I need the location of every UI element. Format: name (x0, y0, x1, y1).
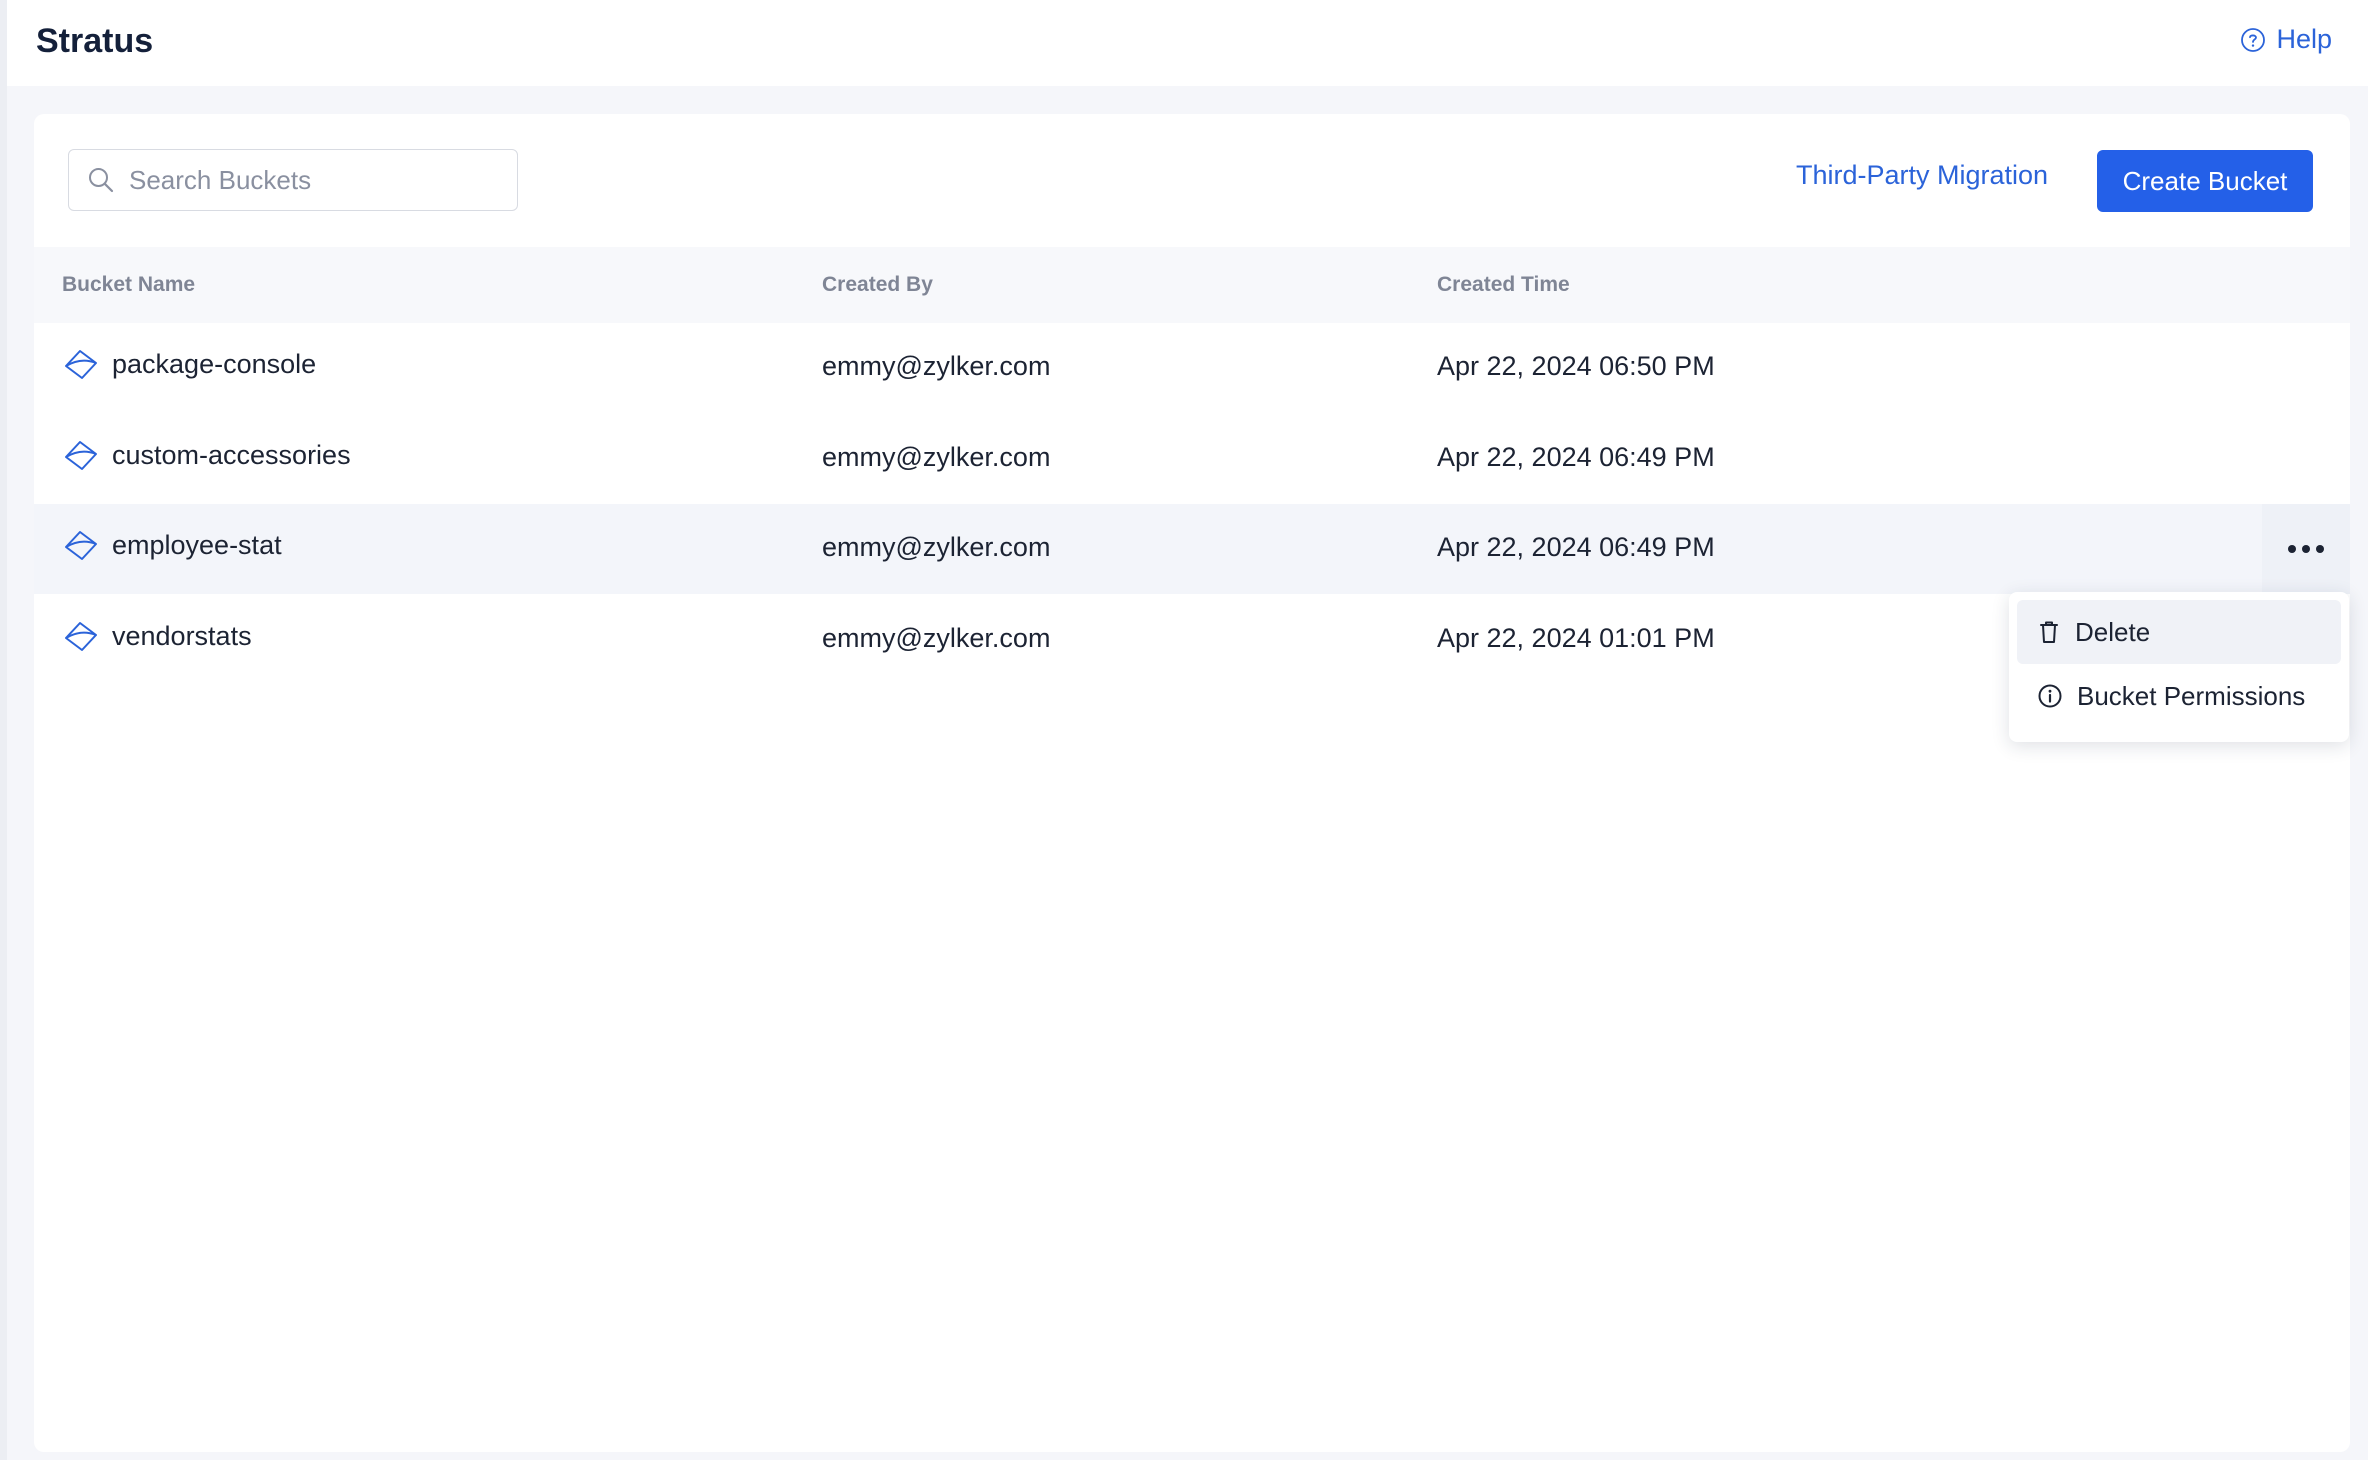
table-header: Bucket Name Created By Created Time (34, 247, 2350, 323)
help-link[interactable]: Help (2240, 24, 2332, 55)
app-title: Stratus (36, 22, 154, 60)
column-header-created-by: Created By (822, 273, 933, 296)
search-input[interactable] (127, 163, 491, 197)
bucket-name[interactable]: package-console (112, 349, 316, 380)
info-icon (2038, 684, 2062, 708)
help-circle-icon (2241, 27, 2266, 52)
menu-item-label: Bucket Permissions (2077, 680, 2306, 711)
help-label: Help (2276, 24, 2332, 54)
table-row[interactable]: employee-stat emmy@zylker.com Apr 22, 20… (34, 504, 2350, 594)
created-time: Apr 22, 2024 06:50 PM (1437, 351, 1715, 381)
created-by: emmy@zylker.com (822, 623, 1051, 653)
column-header-created-time: Created Time (1437, 273, 1570, 296)
menu-item-bucket-permissions[interactable]: Bucket Permissions (2017, 664, 2341, 728)
created-time: Apr 22, 2024 01:01 PM (1437, 623, 1715, 653)
trash-icon (2040, 621, 2058, 643)
more-dots-icon (2288, 545, 2296, 553)
bucket-icon (65, 441, 97, 470)
buckets-panel: Third-Party Migration Create Bucket Buck… (34, 114, 2350, 1452)
search-icon (89, 168, 114, 193)
created-by: emmy@zylker.com (822, 442, 1051, 472)
create-bucket-button[interactable]: Create Bucket (2097, 150, 2313, 212)
table-row[interactable]: custom-accessories emmy@zylker.com Apr 2… (34, 414, 2350, 504)
bucket-icon (65, 622, 97, 651)
created-time: Apr 22, 2024 06:49 PM (1437, 532, 1715, 562)
menu-item-delete[interactable]: Delete (2017, 600, 2341, 664)
bucket-name[interactable]: vendorstats (112, 621, 252, 652)
search-box[interactable] (68, 149, 518, 211)
bucket-icon (65, 350, 97, 379)
column-header-bucket-name: Bucket Name (62, 273, 196, 296)
bucket-name[interactable]: custom-accessories (112, 440, 351, 471)
created-by: emmy@zylker.com (822, 351, 1051, 381)
third-party-migration-link[interactable]: Third-Party Migration (1796, 160, 2048, 191)
window-edge (0, 0, 7, 1460)
table-row[interactable]: vendorstats emmy@zylker.com Apr 22, 2024… (34, 595, 2350, 685)
table-row[interactable]: package-console emmy@zylker.com Apr 22, … (34, 323, 2350, 413)
created-time: Apr 22, 2024 06:49 PM (1437, 442, 1715, 472)
more-options-button[interactable] (2262, 504, 2350, 594)
bucket-name[interactable]: employee-stat (112, 530, 282, 561)
row-context-menu: Delete Bucket Permissions (2009, 592, 2349, 742)
bucket-icon (65, 531, 97, 560)
menu-item-label: Delete (2075, 616, 2151, 647)
top-bar: Stratus Help (7, 0, 2368, 86)
created-by: emmy@zylker.com (822, 532, 1051, 562)
